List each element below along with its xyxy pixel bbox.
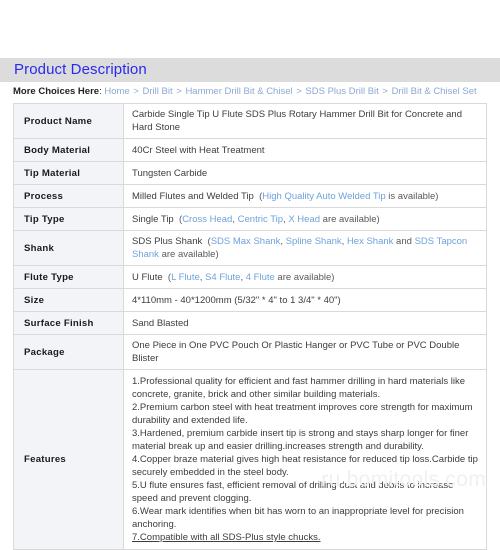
breadcrumb-link[interactable]: Drill Bit & Chisel Set: [392, 86, 477, 97]
site-watermark: ru.bomitools.com: [321, 468, 486, 491]
paren-tail: are available): [320, 213, 380, 225]
table-row: Flute Type U Flute (L Flute, S4 Flute, 4 …: [13, 265, 487, 289]
table-row: Features 1.Professional quality for effic…: [13, 369, 487, 550]
spec-value-cell: U Flute (L Flute, S4 Flute, 4 Flute are …: [123, 265, 487, 289]
breadcrumb-label: More Choices Here: [13, 86, 100, 97]
spec-value-text: 4*110mm - 40*1200mm (5/32" * 4" to 1 3/4…: [132, 294, 341, 306]
spec-value-text: SDS Plus Shank: [132, 236, 203, 247]
option-link[interactable]: Centric Tip: [238, 214, 283, 225]
option-link[interactable]: S4 Flute: [205, 272, 240, 283]
paren-tail: is available): [385, 190, 439, 202]
option-link[interactable]: Spline Shank: [286, 236, 342, 247]
option-link[interactable]: L Flute: [171, 272, 200, 283]
table-row: Surface Finish Sand Blasted: [13, 311, 487, 335]
option-link[interactable]: SDS Max Shank: [211, 236, 281, 247]
breadcrumb-link[interactable]: SDS Plus Drill Bit: [305, 86, 378, 97]
spec-key-cell: Tip Material: [13, 161, 124, 185]
table-row: Shank SDS Plus Shank (SDS Max Shank, Spli…: [13, 230, 487, 266]
spec-value-cell: Milled Flutes and Welded Tip (High Quali…: [123, 184, 487, 208]
breadcrumb-colon: :: [99, 86, 102, 97]
spec-value-cell: Single Tip (Cross Head, Centric Tip, X H…: [123, 207, 487, 231]
feature-line: 3.Hardened, premium carbide insert tip i…: [132, 428, 469, 452]
breadcrumb-link[interactable]: Drill Bit: [143, 86, 173, 97]
table-row: Tip Material Tungsten Carbide: [13, 161, 487, 185]
option-link[interactable]: 4 Flute: [246, 272, 275, 283]
spec-value-text: 40Cr Steel with Heat Treatment: [132, 144, 265, 156]
page-title: Product Description: [14, 61, 147, 78]
spec-value-cell: One Piece in One PVC Pouch Or Plastic Ha…: [123, 334, 487, 370]
spec-key-cell: Shank: [13, 230, 124, 266]
spec-value-cell: 4*110mm - 40*1200mm (5/32" * 4" to 1 3/4…: [123, 288, 487, 312]
spec-key-cell: Package: [13, 334, 124, 370]
table-row: Product Name Carbide Single Tip U Flute S…: [13, 103, 487, 139]
table-row: Process Milled Flutes and Welded Tip (Hig…: [13, 184, 487, 208]
option-link[interactable]: X Head: [288, 214, 320, 225]
spec-key-cell: Product Name: [13, 103, 124, 139]
breadcrumb-separator: >: [130, 86, 142, 97]
spec-value-text: U Flute: [132, 271, 163, 283]
feature-line[interactable]: 7.Compatible with all SDS-Plus style chu…: [132, 531, 480, 544]
spec-value-text: One Piece in One PVC Pouch Or Plastic Ha…: [132, 340, 460, 364]
spec-key-cell: Features: [13, 369, 124, 550]
spec-value-cell: 40Cr Steel with Heat Treatment: [123, 138, 487, 162]
spec-value-cell: Carbide Single Tip U Flute SDS Plus Rota…: [123, 103, 487, 139]
spec-key-cell: Tip Type: [13, 207, 124, 231]
option-link[interactable]: Hex Shank: [347, 236, 393, 247]
table-row: Tip Type Single Tip (Cross Head, Centric …: [13, 207, 487, 231]
table-row: Package One Piece in One PVC Pouch Or Pla…: [13, 334, 487, 370]
spec-key-cell: Flute Type: [13, 265, 124, 289]
spec-value-text: Carbide Single Tip U Flute SDS Plus Rota…: [132, 109, 462, 133]
spec-value-cell: Sand Blasted: [123, 311, 487, 335]
table-row: Size 4*110mm - 40*1200mm (5/32" * 4" to 1…: [13, 288, 487, 312]
paren-tail: are available): [274, 271, 335, 283]
spec-value-cell: Tungsten Carbide: [123, 161, 487, 185]
paren-tail: are available): [158, 249, 219, 260]
spec-key-cell: Size: [13, 288, 124, 312]
feature-line: 2.Premium carbon steel with heat treatme…: [132, 402, 473, 426]
spec-key-cell: Body Material: [13, 138, 124, 162]
breadcrumb: More Choices Here: Home > Drill Bit > Ha…: [13, 86, 477, 98]
spec-value-text: Tungsten Carbide: [132, 167, 208, 179]
option-link[interactable]: High Quality Auto Welded Tip: [262, 191, 385, 202]
breadcrumb-trail: Home > Drill Bit > Hammer Drill Bit & Ch…: [104, 86, 476, 97]
spec-value-text: Single Tip: [132, 213, 174, 225]
spec-key-cell: Process: [13, 184, 124, 208]
spec-value-text: Milled Flutes and Welded Tip: [132, 190, 254, 202]
breadcrumb-separator: >: [379, 86, 391, 97]
spec-value-cell: SDS Plus Shank (SDS Max Shank, Spline Sh…: [123, 230, 487, 266]
breadcrumb-link[interactable]: Home: [104, 86, 129, 97]
product-description-page: Product Description More Choices Here: H…: [0, 0, 500, 550]
feature-line: 6.Wear mark identifies when bit has worn…: [132, 506, 464, 530]
breadcrumb-link[interactable]: Hammer Drill Bit & Chisel: [185, 86, 292, 97]
spec-key-cell: Surface Finish: [13, 311, 124, 335]
option-link[interactable]: Cross Head: [182, 214, 232, 225]
feature-line: 1.Professional quality for efficient and…: [132, 376, 466, 400]
breadcrumb-separator: >: [293, 86, 305, 97]
spec-value-text: Sand Blasted: [132, 317, 189, 329]
features-cell: 1.Professional quality for efficient and…: [123, 369, 487, 550]
conjunction: and: [393, 236, 415, 247]
table-row: Body Material 40Cr Steel with Heat Treatm…: [13, 138, 487, 162]
breadcrumb-separator: >: [173, 86, 185, 97]
